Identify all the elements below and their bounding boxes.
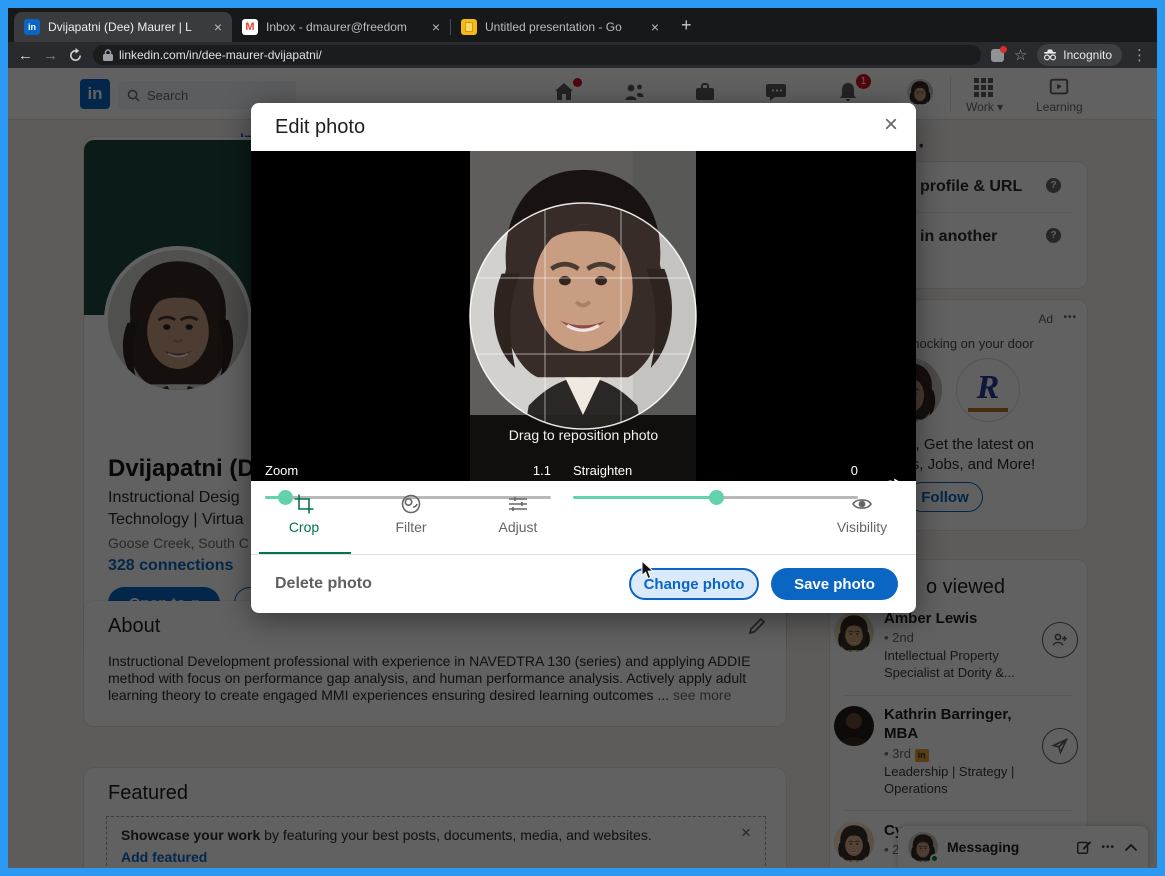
filter-icon [401,494,421,514]
tab-slides[interactable]: Untitled presentation - Go × [451,12,669,42]
modal-footer: Delete photo Change photo Save photo [251,555,916,612]
tab-adjust[interactable]: Adjust [486,493,550,535]
crop-icon [294,494,314,514]
url-bar[interactable]: linkedin.com/in/dee-maurer-dvijapatni/ [93,45,981,65]
delete-photo-button[interactable]: Delete photo [275,575,372,593]
straighten-value: 0 [850,463,858,478]
tab-visibility[interactable]: Visibility [830,493,894,535]
adjust-sliders-icon [509,497,527,511]
browser-toolbar: ← → linkedin.com/in/dee-maurer-dvijapatn… [8,42,1157,68]
tab-strip: in Dvijapatni (Dee) Maurer | L × M Inbox… [8,8,1157,42]
forward-icon[interactable]: → [43,47,58,64]
zoom-label: Zoom [265,463,299,478]
tab-close-icon[interactable]: × [651,19,659,35]
drag-hint: Drag to reposition photo [508,427,659,443]
modal-close-icon[interactable]: × [884,111,898,139]
modal-header: Edit photo × [251,103,916,151]
tab-crop[interactable]: Crop [272,493,336,535]
mouse-cursor [641,560,655,580]
lock-icon [103,49,113,61]
tab-gmail[interactable]: M Inbox - dmaurer@freedom × [232,12,450,42]
incognito-icon [1044,49,1057,61]
tab-linkedin[interactable]: in Dvijapatni (Dee) Maurer | L × [14,12,232,42]
tab-close-icon[interactable]: × [214,19,222,35]
page-viewport: in Search [8,68,1157,868]
gmail-favicon-icon: M [242,19,258,35]
photo-editor-canvas[interactable]: Drag to reposition photo Zoom 1.1 Straig… [251,151,916,505]
tab-close-icon[interactable]: × [432,19,440,35]
extension-icon[interactable] [990,45,1007,62]
incognito-badge: Incognito [1037,44,1122,66]
new-tab-button[interactable]: + [681,15,692,36]
active-tab-underline [259,552,351,554]
tab-filter[interactable]: Filter [379,493,443,535]
url-text: linkedin.com/in/dee-maurer-dvijapatni/ [119,48,322,62]
edit-photo-modal: Edit photo × Drag to reposition photo Zo… [251,103,916,613]
incognito-label: Incognito [1063,48,1112,62]
save-photo-button[interactable]: Save photo [771,568,898,600]
eye-icon [852,499,872,509]
straighten-label: Straighten [573,463,633,478]
back-icon[interactable]: ← [18,47,33,64]
tab-title: Untitled presentation - Go [485,20,622,34]
editor-tabs: Crop Filter Adjust Visibility [251,481,916,555]
browser-window: in Dvijapatni (Dee) Maurer | L × M Inbox… [8,8,1157,868]
reload-icon[interactable] [68,47,83,63]
zoom-value: 1.1 [532,463,551,478]
slides-favicon-icon [461,19,477,35]
browser-menu-icon[interactable]: ⋮ [1132,46,1147,64]
tab-title: Inbox - dmaurer@freedom [266,20,407,34]
modal-title: Edit photo [275,115,366,138]
desktop-frame: in Dvijapatni (Dee) Maurer | L × M Inbox… [0,0,1165,876]
bookmark-star-icon[interactable]: ☆ [1014,46,1027,64]
linkedin-favicon-icon: in [24,19,40,35]
tab-title: Dvijapatni (Dee) Maurer | L [48,20,192,34]
